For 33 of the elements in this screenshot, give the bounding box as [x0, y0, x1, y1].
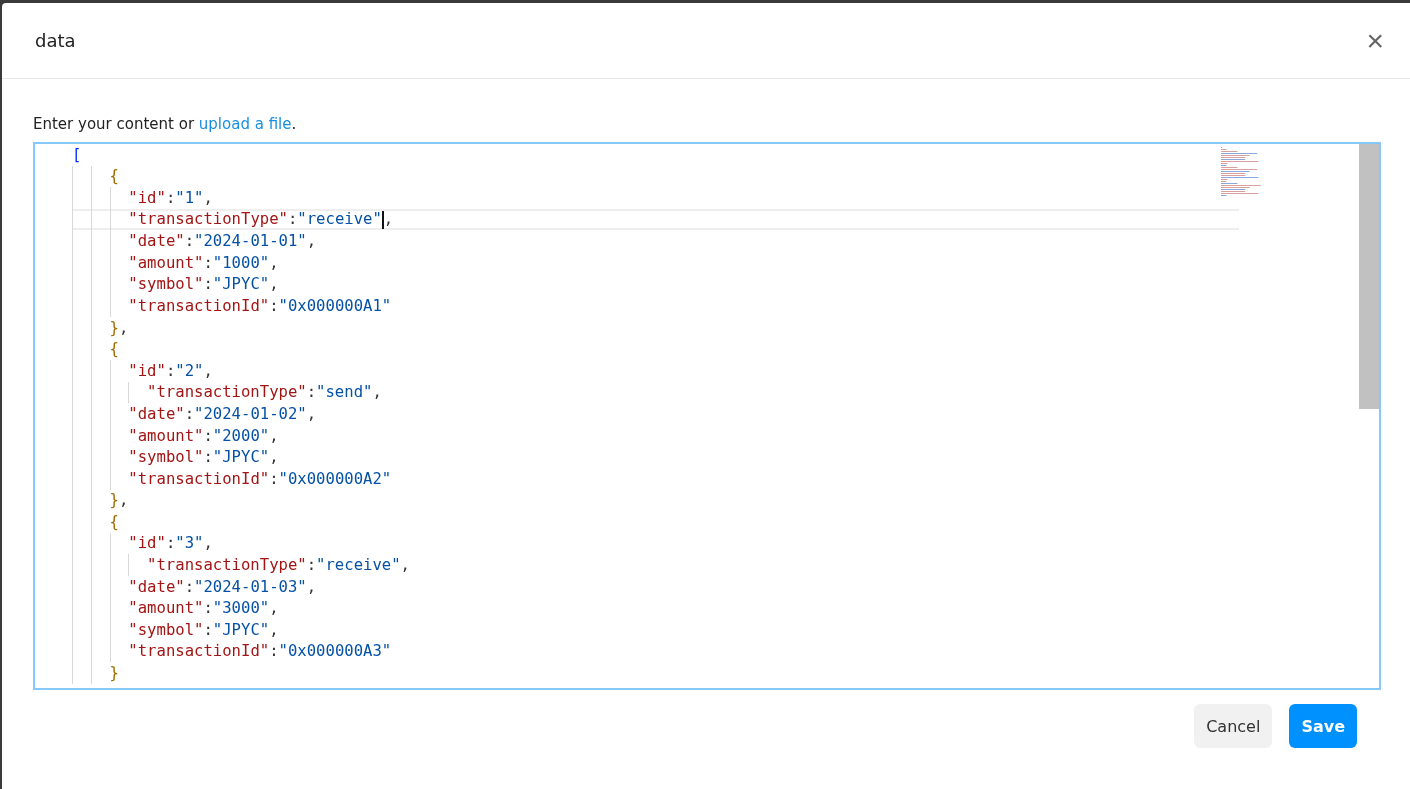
- upload-link[interactable]: upload a file: [198, 115, 292, 133]
- code-line: "symbol":"JPYC",: [128, 448, 279, 467]
- code-line: "amount":"1000",: [128, 253, 279, 272]
- code-line: "amount":"3000",: [128, 599, 279, 618]
- code-line: "date":"2024-01-02",: [128, 404, 317, 423]
- code-line: "id":"1",: [128, 189, 213, 207]
- code-line: "id":"3",: [128, 534, 213, 553]
- code-line: "symbol":"JPYC",: [128, 275, 279, 294]
- code-line: "id":"2",: [128, 361, 213, 380]
- code-line: }: [109, 664, 119, 683]
- code-line: "transactionType":"send",: [147, 383, 382, 402]
- cancel-button[interactable]: Cancel: [1194, 704, 1273, 748]
- code-line: "transactionType":"receive",: [147, 556, 410, 575]
- code-editor[interactable]: [33, 142, 1381, 690]
- code-line: "amount":"2000",: [128, 426, 279, 445]
- code-line: "symbol":"JPYC",: [128, 620, 279, 639]
- scrollbar-thumb[interactable]: [1359, 144, 1379, 409]
- code-line: "transactionId":"0x000000A3": [128, 642, 392, 661]
- code-line: },: [109, 491, 129, 510]
- code-line: {: [109, 167, 119, 186]
- close-button[interactable]: ×: [1362, 25, 1388, 56]
- code-line: {: [109, 512, 119, 531]
- save-button[interactable]: Save: [1289, 704, 1357, 748]
- code-line: "transactionId":"0x000000A2": [128, 469, 392, 488]
- code-line: "transactionType":"receive",: [128, 210, 394, 229]
- dialog-title: data: [35, 30, 76, 51]
- code-line: "date":"2024-01-01",: [128, 232, 317, 251]
- code-line: },: [109, 318, 129, 337]
- code-line: "transactionId":"0x000000A1": [128, 296, 392, 315]
- code-line: "date":"2024-01-03",: [128, 577, 317, 596]
- code-line: {: [109, 340, 119, 359]
- code-line: [: [72, 145, 82, 164]
- instruction-text: Enter your content or upload a file.: [33, 115, 298, 133]
